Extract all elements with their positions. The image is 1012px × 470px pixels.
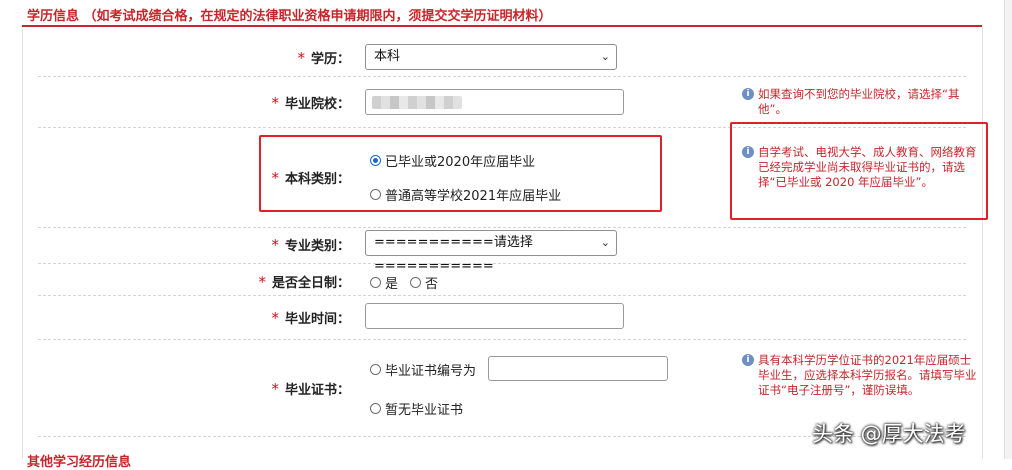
left-border (22, 26, 23, 459)
radio-button[interactable] (410, 277, 421, 288)
school-input[interactable] (365, 89, 624, 115)
right-border (982, 26, 983, 459)
chevron-down-icon: ⌄ (600, 50, 610, 63)
grad-time-label: * 毕业时间： (271, 309, 350, 327)
certificate-option-none[interactable]: 暂无毕业证书 (370, 399, 463, 418)
fulltime-option-no[interactable]: 否 (410, 273, 438, 292)
section-title: 学历信息 （如考试成绩合格，在规定的法律职业资格申请期限内，须提交交学历证明材料… (27, 9, 552, 24)
major-select[interactable]: ===========请选择=========== ⌄ (365, 230, 617, 274)
row-divider (38, 295, 966, 296)
radio-button[interactable] (370, 403, 381, 414)
school-note: i 如果查询不到您的毕业院校，请选择“其他”。 (742, 87, 976, 117)
radio-button[interactable] (370, 364, 381, 375)
education-select[interactable]: 本科 ⌄ (365, 44, 617, 70)
row-divider (38, 227, 966, 228)
row-divider (38, 76, 966, 77)
grad-time-input[interactable] (365, 303, 624, 329)
fulltime-label: * 是否全日制： (258, 273, 350, 291)
radio-button[interactable] (370, 277, 381, 288)
info-icon: i (742, 354, 754, 366)
info-icon: i (742, 88, 754, 100)
next-section-title: 其他学习经历信息 (27, 455, 132, 470)
major-label: * 专业类别： (271, 236, 350, 254)
certificate-number-input[interactable] (488, 356, 668, 381)
vertical-scrollbar[interactable] (1004, 0, 1012, 459)
education-label: * 学历： (297, 49, 350, 67)
certificate-option-number[interactable]: 毕业证书编号为 (370, 360, 476, 379)
watermark: 头条 @厚大法考 (812, 422, 966, 446)
school-label: * 毕业院校： (271, 94, 350, 112)
certificate-note: i 具有本科学历学位证书的2021年应届硕士毕业生，应选择本科学历报名。请填写毕… (742, 353, 980, 398)
chevron-down-icon: ⌄ (600, 236, 610, 249)
highlight-box-category (259, 135, 662, 212)
certificate-label: * 毕业证书： (271, 380, 350, 398)
section-title-underline (22, 25, 982, 27)
redacted-school-name (372, 96, 462, 109)
row-divider (38, 339, 966, 340)
highlight-box-note (730, 122, 988, 220)
fulltime-option-yes[interactable]: 是 (370, 273, 398, 292)
row-divider (38, 263, 966, 264)
